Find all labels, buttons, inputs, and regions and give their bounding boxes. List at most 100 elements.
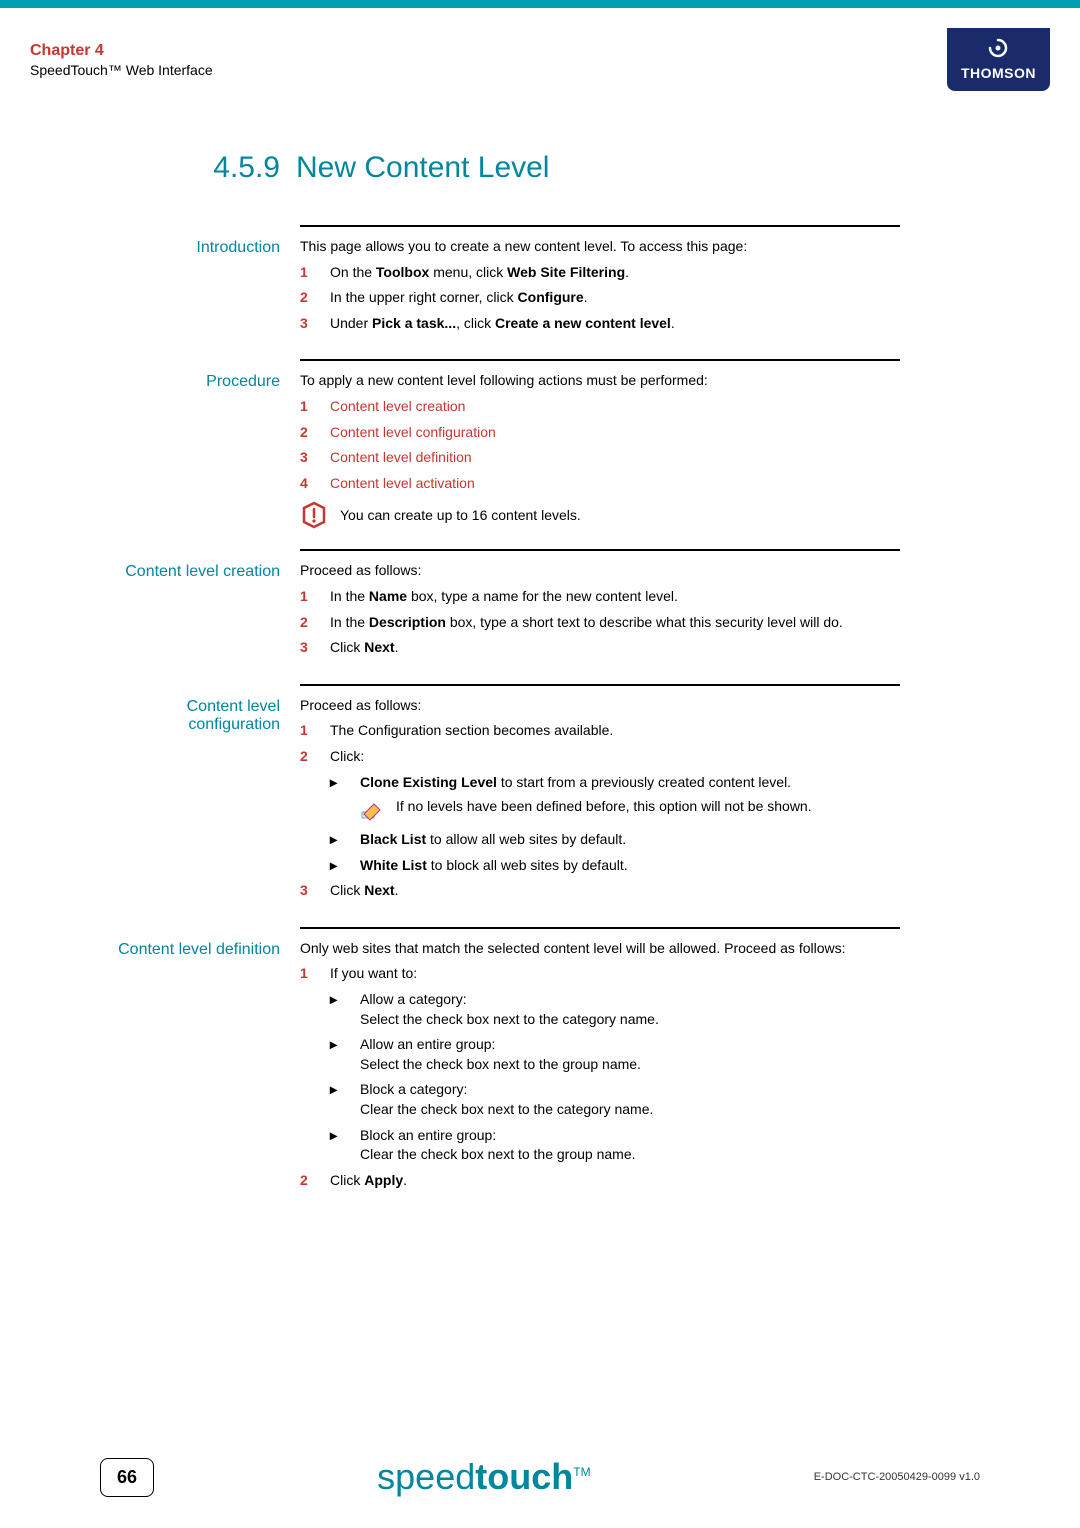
step-link[interactable]: Content level definition xyxy=(330,448,472,468)
creation-step: 2In the Description box, type a short te… xyxy=(300,613,900,633)
top-border xyxy=(0,0,1080,8)
config-bullets-2: ▸Black List to allow all web sites by de… xyxy=(300,830,900,875)
speedtouch-logo: speedtouchTM xyxy=(377,1456,590,1498)
step-number: 2 xyxy=(300,423,330,443)
intro-step-2: 2 In the upper right corner, click Confi… xyxy=(300,288,900,308)
bullet-icon: ▸ xyxy=(330,1080,360,1119)
section-divider xyxy=(300,684,900,686)
config-bullets: ▸Clone Existing Level to start from a pr… xyxy=(300,773,900,793)
step-text: Click: xyxy=(330,747,364,767)
step-link[interactable]: Content level configuration xyxy=(330,423,496,443)
bullet-text: Clone Existing Level to start from a pre… xyxy=(360,773,791,793)
step-text: In the upper right corner, click Configu… xyxy=(330,288,588,308)
section-title: New Content Level xyxy=(296,151,549,185)
procedure-block: Procedure To apply a new content level f… xyxy=(100,371,900,549)
definition-lead: Only web sites that match the selected c… xyxy=(300,939,900,959)
step-number: 3 xyxy=(300,448,330,468)
creation-steps: 1In the Name box, type a name for the ne… xyxy=(300,587,900,658)
creation-block: Content level creation Proceed as follow… xyxy=(100,561,900,683)
creation-lead: Proceed as follows: xyxy=(300,561,900,581)
procedure-note: You can create up to 16 content levels. xyxy=(300,501,900,529)
step-number: 4 xyxy=(300,474,330,494)
configuration-label: Content level configuration xyxy=(100,696,300,907)
config-step-3-list: 3Click Next. xyxy=(300,881,900,901)
definition-bullet: ▸Allow a category:Select the check box n… xyxy=(330,990,900,1029)
step-text: In the Description box, type a short tex… xyxy=(330,613,843,633)
configuration-steps: 1The Configuration section becomes avail… xyxy=(300,721,900,766)
definition-step-1: 1If you want to: xyxy=(300,964,900,984)
bullet-text: White List to block all web sites by def… xyxy=(360,856,628,876)
bullet-text: Allow an entire group:Select the check b… xyxy=(360,1035,641,1074)
bullet-icon: ▸ xyxy=(330,856,360,876)
configuration-lead: Proceed as follows: xyxy=(300,696,900,716)
definition-block: Content level definition Only web sites … xyxy=(100,939,900,1217)
definition-bullet: ▸Block a category:Clear the check box ne… xyxy=(330,1080,900,1119)
intro-step-1: 1 On the Toolbox menu, click Web Site Fi… xyxy=(300,263,900,283)
creation-label: Content level creation xyxy=(100,561,300,663)
intro-step-3: 3 Under Pick a task..., click Create a n… xyxy=(300,314,900,334)
intro-steps: 1 On the Toolbox menu, click Web Site Fi… xyxy=(300,263,900,334)
step-number: 3 xyxy=(300,314,330,334)
step-link[interactable]: Content level activation xyxy=(330,474,475,494)
intro-lead: This page allows you to create a new con… xyxy=(300,237,900,257)
config-step-1: 1The Configuration section becomes avail… xyxy=(300,721,900,741)
note-text: You can create up to 16 content levels. xyxy=(340,507,581,523)
thomson-logo: THOMSON xyxy=(947,28,1050,91)
step-number: 1 xyxy=(300,964,330,984)
alert-icon xyxy=(300,501,328,529)
procedure-step: 3Content level definition xyxy=(300,448,900,468)
step-number: 2 xyxy=(300,747,330,767)
step-text: If you want to: xyxy=(330,964,417,984)
config-step-3: 3Click Next. xyxy=(300,881,900,901)
bullet-text: Allow a category:Select the check box ne… xyxy=(360,990,659,1029)
page-header: Chapter 4 SpeedTouch™ Web Interface THOM… xyxy=(0,8,1080,101)
procedure-steps: 1Content level creation 2Content level c… xyxy=(300,397,900,493)
definition-label: Content level definition xyxy=(100,939,300,1197)
step-number: 3 xyxy=(300,638,330,658)
bullet-text: Block a category:Clear the check box nex… xyxy=(360,1080,653,1119)
bullet-icon: ▸ xyxy=(330,830,360,850)
page-number: 66 xyxy=(100,1458,154,1497)
section-divider xyxy=(300,549,900,551)
config-bullet-whitelist: ▸White List to block all web sites by de… xyxy=(330,856,900,876)
step-number: 1 xyxy=(300,397,330,417)
definition-steps: 1If you want to: xyxy=(300,964,900,984)
procedure-content: To apply a new content level following a… xyxy=(300,371,900,529)
step-text: Under Pick a task..., click Create a new… xyxy=(330,314,675,334)
definition-bullets: ▸Allow a category:Select the check box n… xyxy=(300,990,900,1165)
config-note: If no levels have been defined before, t… xyxy=(300,798,900,824)
config-step-2: 2Click: xyxy=(300,747,900,767)
step-text: Click Apply. xyxy=(330,1171,407,1191)
section-divider xyxy=(300,225,900,227)
step-number: 1 xyxy=(300,263,330,283)
step-text: On the Toolbox menu, click Web Site Filt… xyxy=(330,263,629,283)
definition-content: Only web sites that match the selected c… xyxy=(300,939,900,1197)
chapter-title: Chapter 4 xyxy=(30,42,213,60)
step-number: 2 xyxy=(300,288,330,308)
introduction-label: Introduction xyxy=(100,237,300,339)
step-number: 2 xyxy=(300,613,330,633)
bullet-icon: ▸ xyxy=(330,773,360,793)
creation-step: 1In the Name box, type a name for the ne… xyxy=(300,587,900,607)
section-divider xyxy=(300,927,900,929)
definition-step-2-list: 2Click Apply. xyxy=(300,1171,900,1191)
section-heading: 4.5.9 New Content Level xyxy=(0,151,1080,185)
thomson-text: THOMSON xyxy=(961,65,1036,81)
config-bullet-blacklist: ▸Black List to allow all web sites by de… xyxy=(330,830,900,850)
pencil-icon xyxy=(360,800,384,824)
procedure-lead: To apply a new content level following a… xyxy=(300,371,900,391)
definition-step-2: 2Click Apply. xyxy=(300,1171,900,1191)
definition-bullet: ▸Allow an entire group:Select the check … xyxy=(330,1035,900,1074)
step-text: Click Next. xyxy=(330,638,398,658)
definition-bullet: ▸Block an entire group:Clear the check b… xyxy=(330,1126,900,1165)
bullet-icon: ▸ xyxy=(330,990,360,1029)
configuration-block: Content level configuration Proceed as f… xyxy=(100,696,900,927)
introduction-block: Introduction This page allows you to cre… xyxy=(100,237,900,359)
step-number: 3 xyxy=(300,881,330,901)
step-link[interactable]: Content level creation xyxy=(330,397,465,417)
thomson-swirl-icon xyxy=(988,38,1008,63)
procedure-step: 2Content level configuration xyxy=(300,423,900,443)
creation-step: 3Click Next. xyxy=(300,638,900,658)
note-text: If no levels have been defined before, t… xyxy=(396,798,812,814)
bullet-text: Block an entire group:Clear the check bo… xyxy=(360,1126,636,1165)
